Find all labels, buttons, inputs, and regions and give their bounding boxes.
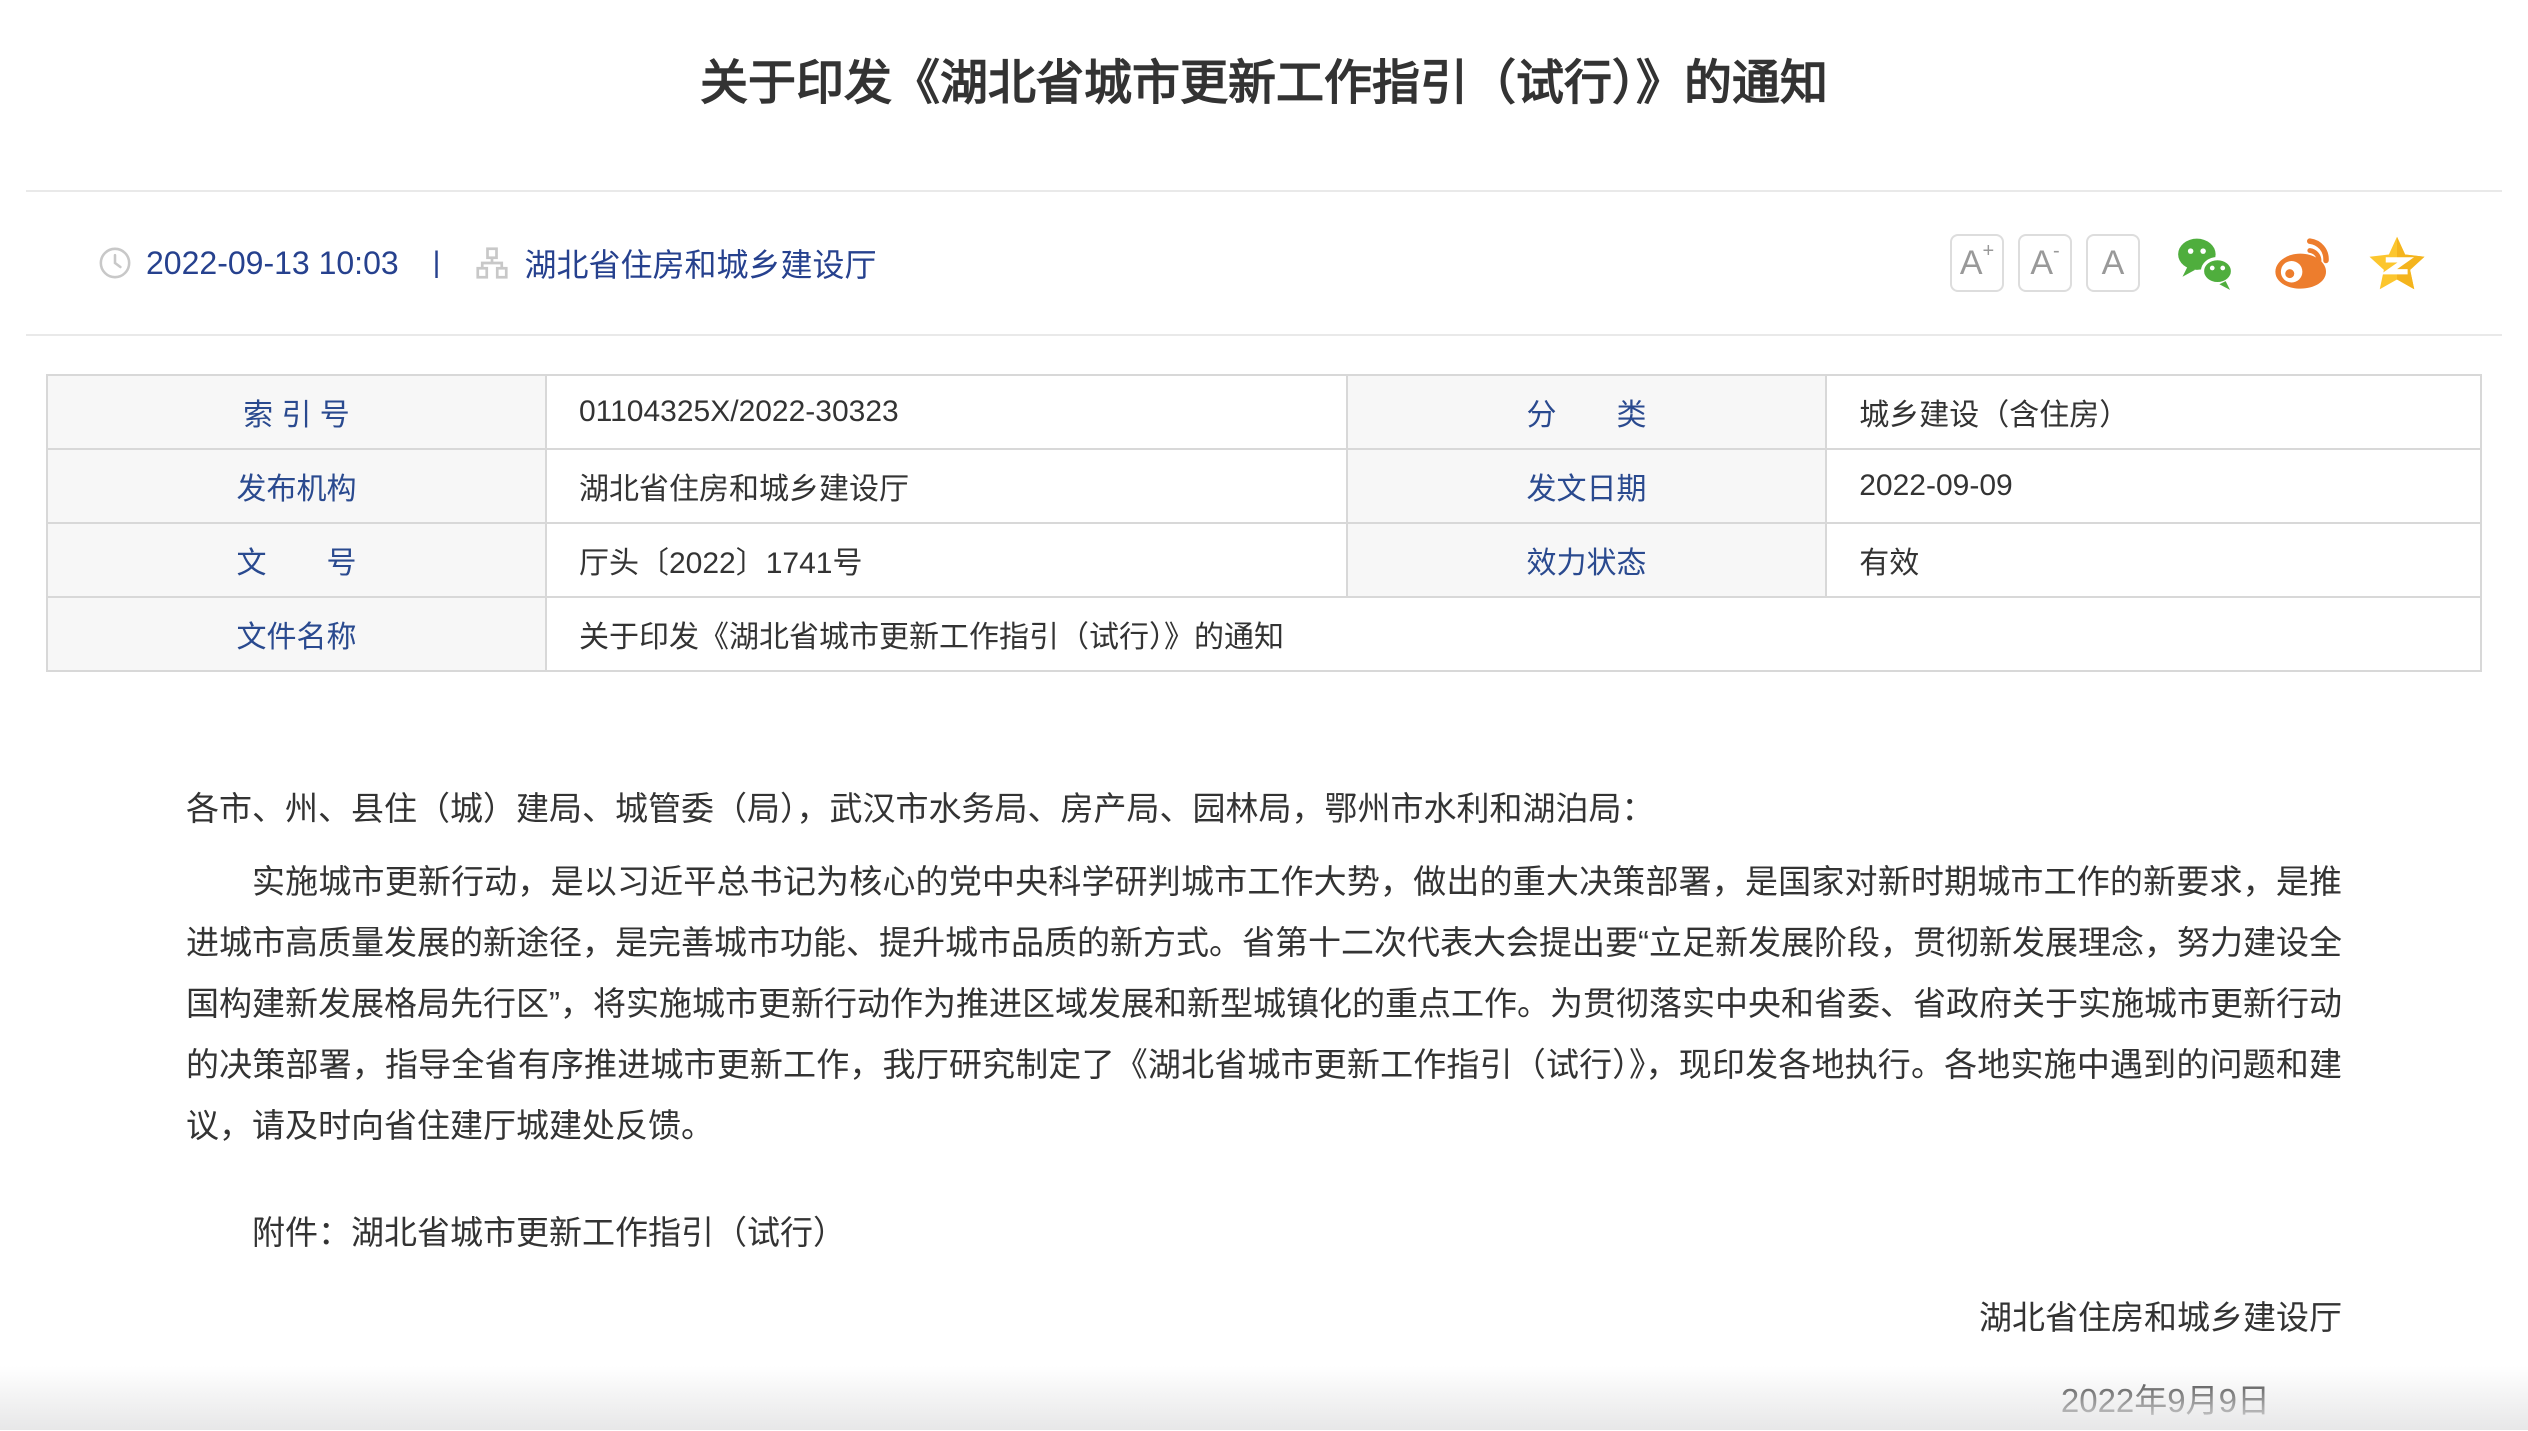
meta-separator: |: [433, 246, 441, 280]
table-row-docnumber: 文 号 厅头〔2022〕1741号 效力状态 有效: [47, 523, 2481, 597]
font-reset-label: A: [2102, 244, 2125, 283]
font-increase-button[interactable]: A+: [1950, 234, 2004, 292]
index-number-value: 01104325X/2022-30323: [546, 375, 1347, 449]
table-row-agency: 发布机构 湖北省住房和城乡建设厅 发文日期 2022-09-09: [47, 449, 2481, 523]
font-decrease-label: A: [2030, 244, 2053, 283]
meta-left: 2022-09-13 10:03 | 湖北省住房和城乡建设厅: [98, 240, 876, 286]
category-label: 分 类: [1347, 375, 1826, 449]
issue-date-label: 发文日期: [1347, 449, 1826, 523]
wechat-share-icon[interactable]: [2174, 232, 2236, 294]
document-body: 各市、州、县住（城）建局、城管委（局），武汉市水务局、房产局、园林局，鄂州市水利…: [0, 778, 2528, 1431]
category-value: 城乡建设（含住房）: [1826, 375, 2481, 449]
sitemap-icon: [474, 245, 510, 281]
table-row-filename: 文件名称 关于印发《湖北省城市更新工作指引（试行）》的通知: [47, 597, 2481, 671]
page-title: 关于印发《湖北省城市更新工作指引（试行）》的通知: [0, 0, 2528, 114]
doc-number-label: 文 号: [47, 523, 546, 597]
meta-right: A+ A- A: [1950, 232, 2428, 294]
document-info-table: 索 引 号 01104325X/2022-30323 分 类 城乡建设（含住房）…: [46, 374, 2482, 672]
attachment-line: 附件：湖北省城市更新工作指引（试行）: [186, 1202, 2342, 1263]
weibo-share-icon[interactable]: [2270, 232, 2332, 294]
font-increase-sup: +: [1983, 240, 1995, 263]
issue-date-value: 2022-09-09: [1826, 449, 2481, 523]
qzone-share-icon[interactable]: [2366, 232, 2428, 294]
index-number-label: 索 引 号: [47, 375, 546, 449]
font-reset-button[interactable]: A: [2086, 234, 2140, 292]
signature-date: 2022年9月9日: [186, 1370, 2342, 1431]
main-paragraph: 实施城市更新行动，是以习近平总书记为核心的党中央科学研判城市工作大势，做出的重大…: [186, 851, 2342, 1156]
table-row-index: 索 引 号 01104325X/2022-30323 分 类 城乡建设（含住房）: [47, 375, 2481, 449]
file-name-label: 文件名称: [47, 597, 546, 671]
meta-divider: [26, 334, 2502, 336]
font-decrease-sup: -: [2053, 240, 2060, 263]
publish-datetime: 2022-09-13 10:03: [146, 245, 399, 282]
issuing-agency-label: 发布机构: [47, 449, 546, 523]
font-decrease-button[interactable]: A-: [2018, 234, 2072, 292]
issuing-agency-value: 湖北省住房和城乡建设厅: [546, 449, 1347, 523]
validity-value: 有效: [1826, 523, 2481, 597]
doc-number-value: 厅头〔2022〕1741号: [546, 523, 1347, 597]
source-link[interactable]: 湖北省住房和城乡建设厅: [524, 240, 876, 286]
clock-icon: [98, 246, 132, 280]
salutation-line: 各市、州、县住（城）建局、城管委（局），武汉市水务局、房产局、园林局，鄂州市水利…: [186, 778, 2342, 839]
validity-label: 效力状态: [1347, 523, 1826, 597]
file-name-value: 关于印发《湖北省城市更新工作指引（试行）》的通知: [546, 597, 2481, 671]
meta-bar: 2022-09-13 10:03 | 湖北省住房和城乡建设厅 A+ A- A: [0, 192, 2528, 334]
signature-agency: 湖北省住房和城乡建设厅: [186, 1287, 2342, 1348]
font-increase-label: A: [1960, 244, 1983, 283]
